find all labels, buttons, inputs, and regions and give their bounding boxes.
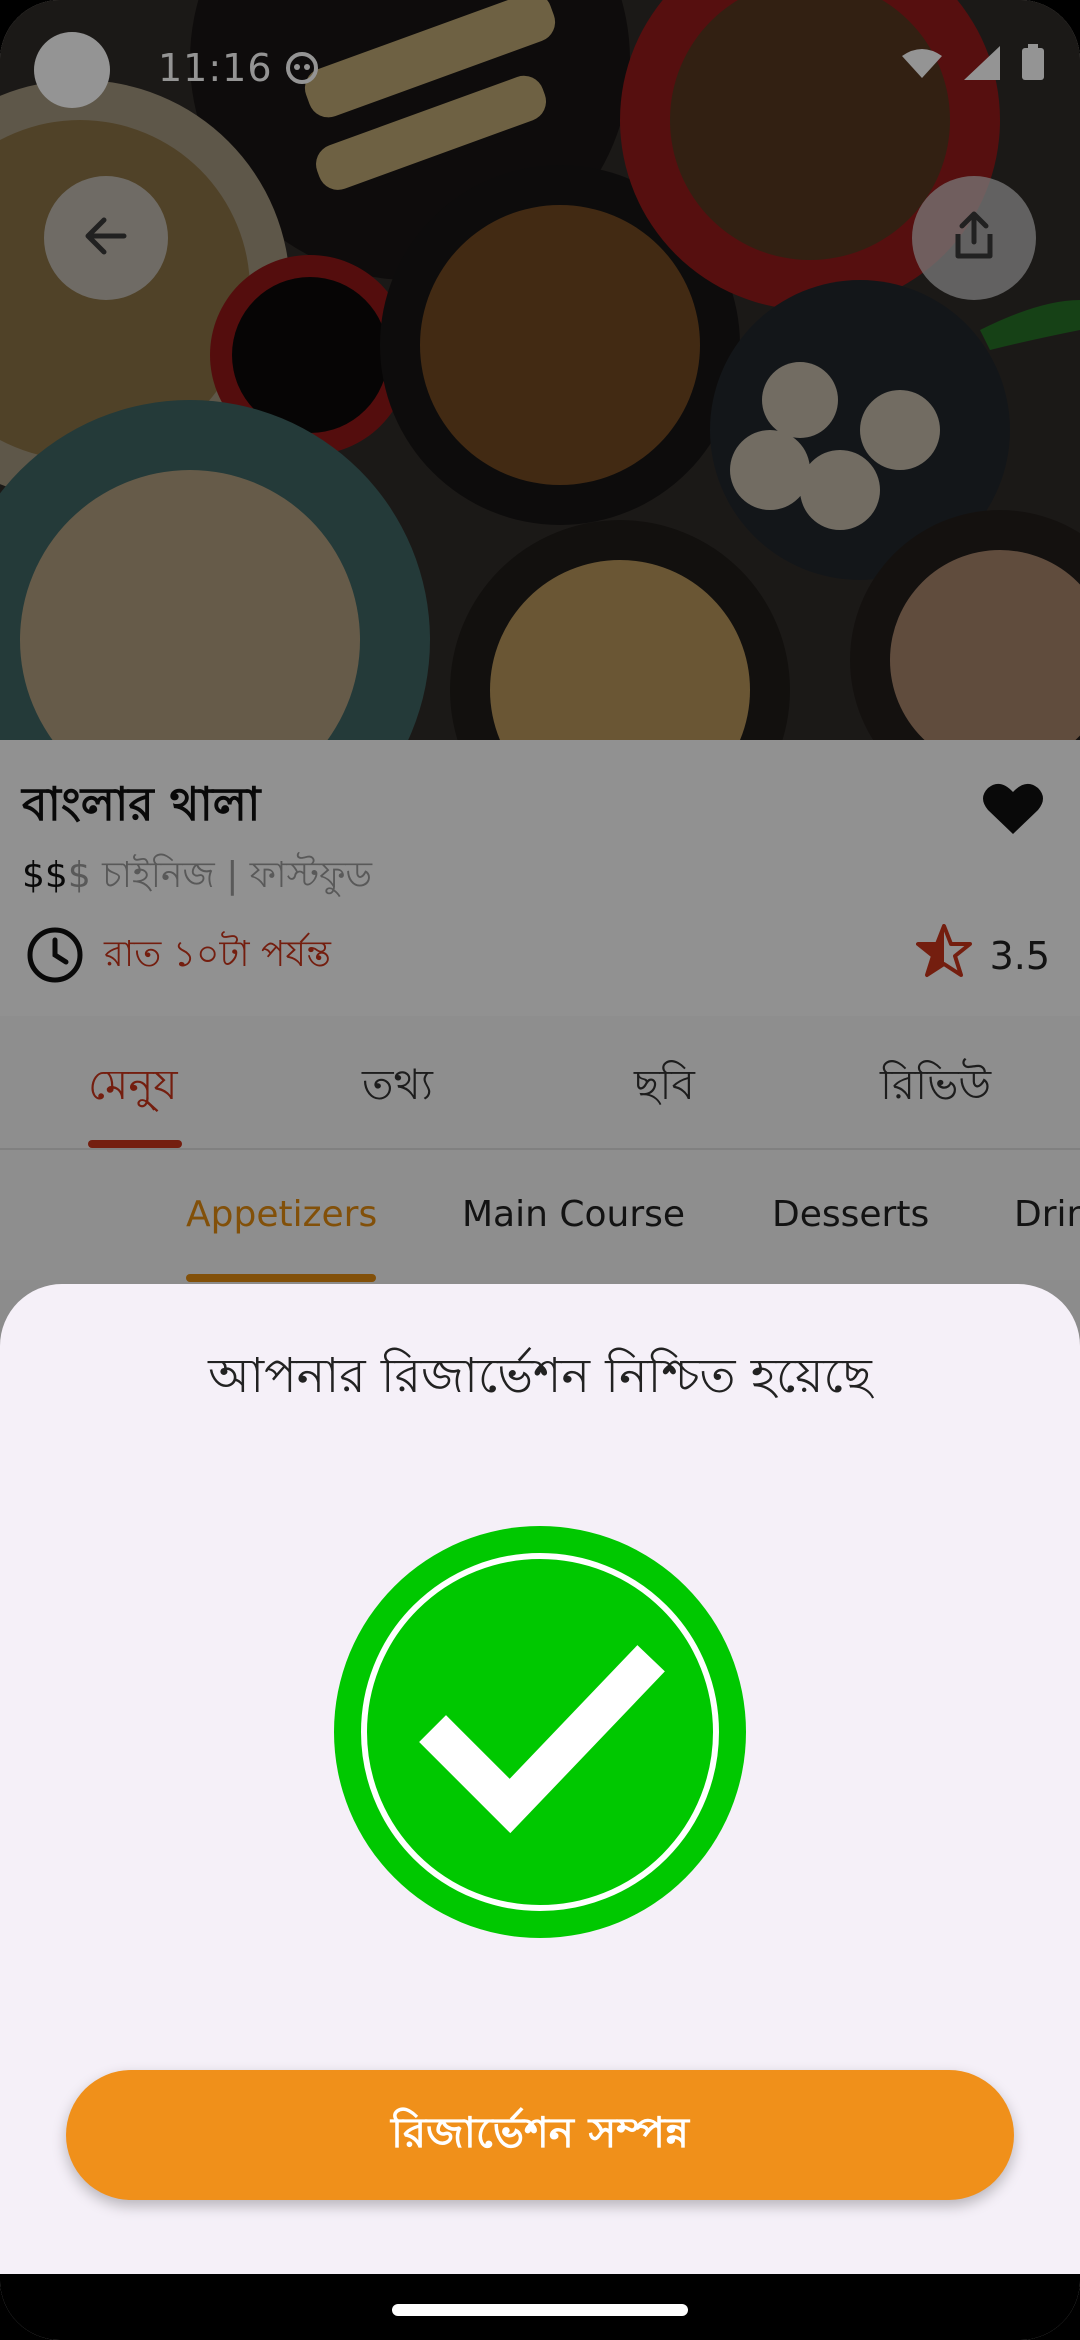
screen: 11:16 বাংলার থালা $$$ চাইনিজ | ফাস্টফুড … (0, 0, 1080, 2340)
reservation-done-button[interactable]: রিজার্ভেশন সম্পন্ন (66, 2070, 1014, 2200)
home-indicator[interactable] (392, 2304, 688, 2316)
reservation-confirmation-sheet: আপনার রিজার্ভেশন নিশ্চিত হয়েছে রিজার্ভে… (0, 1284, 1080, 2274)
check-circle-icon (334, 1526, 746, 1938)
sheet-title: আপনার রিজার্ভেশন নিশ্চিত হয়েছে (208, 1348, 872, 1404)
